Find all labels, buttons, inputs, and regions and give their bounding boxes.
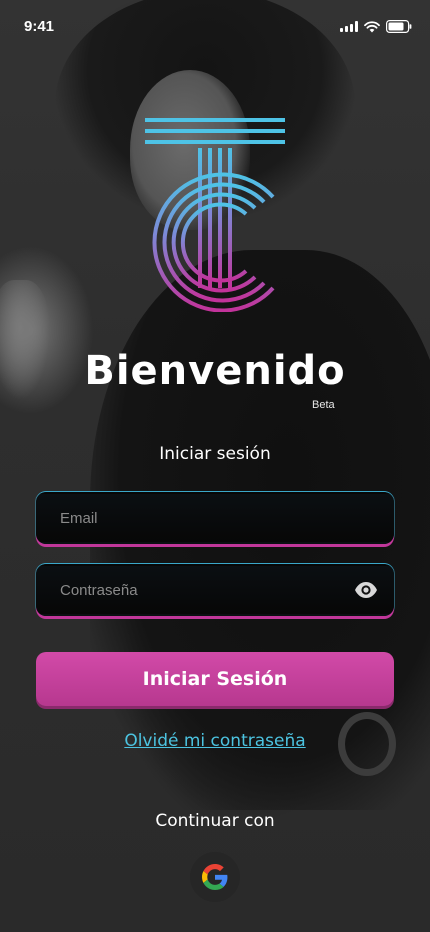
beta-badge: Beta: [312, 399, 335, 411]
status-time: 9:41: [24, 18, 55, 35]
status-bar: 9:41: [0, 0, 430, 54]
eye-icon[interactable]: [354, 580, 378, 600]
battery-icon: [386, 20, 412, 33]
password-field[interactable]: [38, 566, 392, 614]
email-field-container: [36, 492, 394, 544]
login-button[interactable]: Iniciar Sesión: [36, 652, 394, 706]
google-icon: [202, 864, 228, 890]
wifi-icon: [364, 20, 380, 32]
email-field[interactable]: [38, 494, 392, 542]
google-signin-button[interactable]: [190, 852, 240, 902]
forgot-password-link[interactable]: Olvidé mi contraseña: [0, 731, 430, 751]
login-heading: Iniciar sesión: [159, 444, 271, 464]
status-icons: [340, 20, 412, 33]
continue-with-label: Continuar con: [155, 811, 275, 831]
cellular-signal-icon: [340, 21, 358, 32]
password-field-container: [36, 564, 394, 616]
welcome-title: Bienvenido: [84, 348, 346, 394]
tc-logo-icon: [145, 118, 285, 312]
